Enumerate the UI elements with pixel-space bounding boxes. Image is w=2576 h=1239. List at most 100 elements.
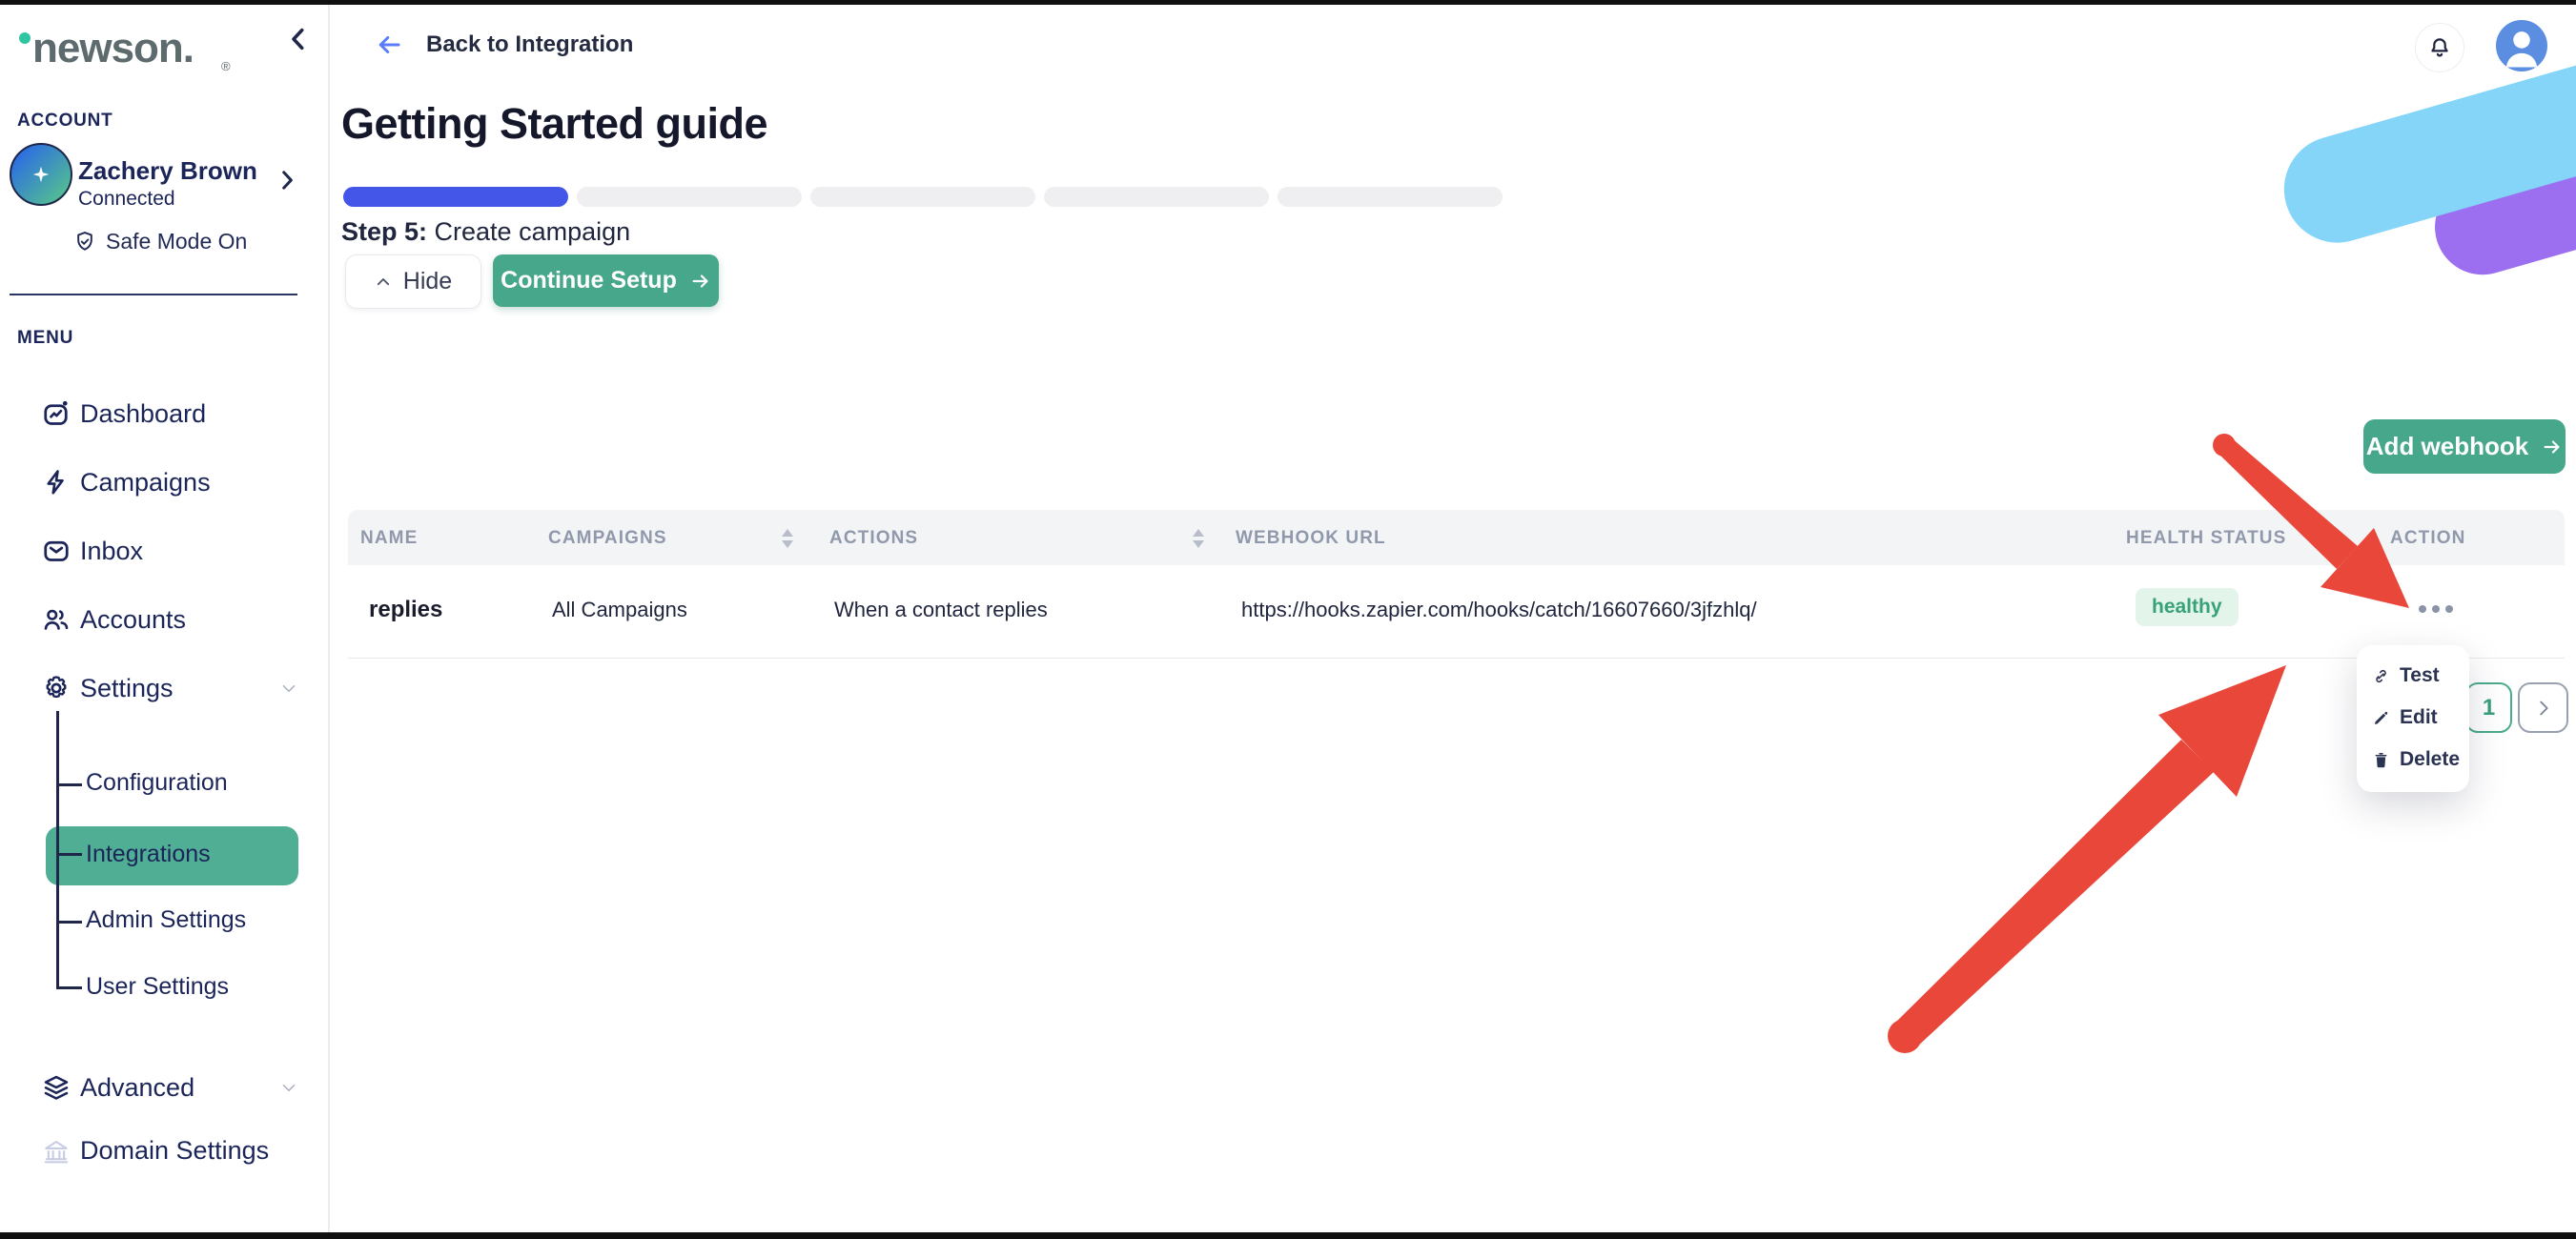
arrow-right-icon — [2542, 437, 2563, 457]
submenu-tree-branch — [56, 783, 82, 786]
cell-webhook-url: https://hooks.zapier.com/hooks/catch/166… — [1241, 598, 1757, 622]
sidebar-subitem-integrations[interactable]: Integrations — [86, 841, 211, 868]
users-icon — [42, 605, 71, 634]
progress-segment-filled — [343, 187, 568, 207]
arrow-right-icon — [690, 271, 711, 292]
sort-icon[interactable] — [782, 529, 793, 548]
sidebar-item-label: Advanced — [80, 1073, 194, 1103]
context-menu-item-delete[interactable]: Delete — [2357, 739, 2469, 781]
trash-icon — [2372, 751, 2390, 769]
progress-segment — [577, 187, 802, 207]
sparkle-icon — [27, 160, 55, 189]
chevron-up-icon — [375, 274, 392, 291]
red-arrow-big — [1888, 665, 2286, 1053]
continue-button-label: Continue Setup — [501, 267, 677, 295]
progress-segment — [810, 187, 1035, 207]
notifications-button[interactable] — [2415, 23, 2464, 72]
row-actions-menu-button[interactable] — [2419, 605, 2453, 613]
top-edge-bar — [0, 0, 2576, 5]
account-status: Connected — [78, 188, 175, 211]
column-header-webhook-url: WEBHOOK URL — [1236, 528, 1386, 549]
cell-name: replies — [369, 597, 442, 623]
hide-button-label: Hide — [403, 268, 452, 295]
lightning-icon — [42, 468, 71, 497]
pagination-next-button[interactable] — [2518, 682, 2568, 733]
sidebar-item-settings[interactable]: Settings — [0, 666, 328, 710]
sidebar-divider — [10, 294, 297, 295]
cell-actions: When a contact replies — [834, 598, 1048, 622]
sidebar-item-accounts[interactable]: Accounts — [0, 598, 328, 641]
user-avatar[interactable] — [2496, 20, 2547, 71]
sidebar-item-label: Settings — [80, 674, 174, 703]
arrow-left-icon — [375, 30, 403, 59]
chevron-right-icon — [275, 168, 299, 193]
back-link[interactable]: Back to Integration — [375, 30, 633, 59]
submenu-tree-branch — [56, 986, 82, 989]
sidebar-collapse-button[interactable] — [284, 25, 313, 53]
progress-segment — [1278, 187, 1503, 207]
safe-mode-indicator: Safe Mode On — [72, 229, 247, 254]
page-title: Getting Started guide — [341, 99, 767, 149]
continue-setup-button[interactable]: Continue Setup — [493, 254, 719, 307]
submenu-tree-branch — [56, 921, 82, 924]
sidebar-item-label: Campaigns — [80, 468, 211, 498]
health-status-badge: healthy — [2136, 588, 2239, 626]
sidebar-item-dashboard[interactable]: Dashboard — [0, 392, 328, 436]
cell-campaigns: All Campaigns — [552, 598, 687, 622]
bank-icon — [42, 1136, 71, 1165]
column-header-name: NAME — [360, 528, 418, 549]
menu-section-label: MENU — [17, 328, 73, 349]
envelope-icon — [42, 537, 71, 565]
add-webhook-label: Add webhook — [2366, 432, 2528, 461]
account-avatar[interactable] — [10, 143, 72, 206]
chevron-left-icon — [284, 25, 313, 53]
chevron-down-icon — [278, 1077, 299, 1098]
context-menu-label: Edit — [2400, 706, 2438, 729]
account-section-label: ACCOUNT — [17, 111, 113, 132]
sidebar-item-label: Dashboard — [80, 399, 206, 429]
sidebar-item-domain-settings[interactable]: Domain Settings — [0, 1128, 328, 1172]
sidebar-subitem-configuration[interactable]: Configuration — [86, 769, 228, 797]
pagination-page-1[interactable]: 1 — [2465, 682, 2512, 733]
column-header-campaigns: CAMPAIGNS — [548, 528, 667, 549]
link-icon — [2372, 667, 2390, 685]
submenu-tree-line — [56, 711, 59, 988]
app-logo: newson. — [32, 25, 194, 72]
row-actions-context-menu: Test Edit Delete — [2357, 645, 2469, 792]
context-menu-label: Delete — [2400, 748, 2460, 771]
shield-check-icon — [72, 230, 97, 254]
account-expand-button[interactable] — [275, 168, 299, 193]
safe-mode-label: Safe Mode On — [106, 229, 247, 254]
app-window: newson. ® ACCOUNT Zachery Brown Connecte… — [0, 0, 2576, 1239]
chevron-down-icon — [278, 678, 299, 699]
bottom-edge-bar — [0, 1232, 2576, 1239]
step-number: Step 5: — [341, 217, 427, 246]
column-header-action: ACTION — [2390, 528, 2465, 549]
sidebar: newson. ® ACCOUNT Zachery Brown Connecte… — [0, 0, 330, 1239]
table-row: replies All Campaigns When a contact rep… — [348, 565, 2565, 659]
sidebar-item-advanced[interactable]: Advanced — [0, 1066, 328, 1109]
progress-segment — [1044, 187, 1269, 207]
layers-icon — [42, 1073, 71, 1102]
table-header-row: NAME CAMPAIGNS ACTIONS WEBHOOK URL HEALT… — [348, 510, 2565, 565]
decor-pill-indigo — [2427, 77, 2576, 265]
hide-button[interactable]: Hide — [345, 254, 481, 309]
decor-pill-purple — [2423, 97, 2576, 286]
dashboard-icon — [42, 399, 71, 428]
context-menu-item-edit[interactable]: Edit — [2357, 697, 2469, 739]
account-user-name: Zachery Brown — [78, 156, 257, 186]
sidebar-subitem-admin-settings[interactable]: Admin Settings — [86, 906, 246, 934]
webhooks-table: NAME CAMPAIGNS ACTIONS WEBHOOK URL HEALT… — [348, 510, 2565, 659]
sort-icon[interactable] — [1193, 529, 1204, 548]
submenu-tree-branch — [56, 853, 82, 856]
sidebar-subitem-user-settings[interactable]: User Settings — [86, 973, 229, 1001]
context-menu-item-test[interactable]: Test — [2357, 655, 2469, 697]
sidebar-item-inbox[interactable]: Inbox — [0, 529, 328, 573]
add-webhook-button[interactable]: Add webhook — [2363, 419, 2566, 474]
chevron-right-icon — [2533, 698, 2554, 719]
logo-dot-icon — [19, 32, 31, 44]
column-header-health-status: HEALTH STATUS — [2126, 528, 2286, 549]
step-text: Create campaign — [427, 217, 630, 246]
sidebar-item-campaigns[interactable]: Campaigns — [0, 460, 328, 504]
back-link-label: Back to Integration — [426, 31, 633, 58]
